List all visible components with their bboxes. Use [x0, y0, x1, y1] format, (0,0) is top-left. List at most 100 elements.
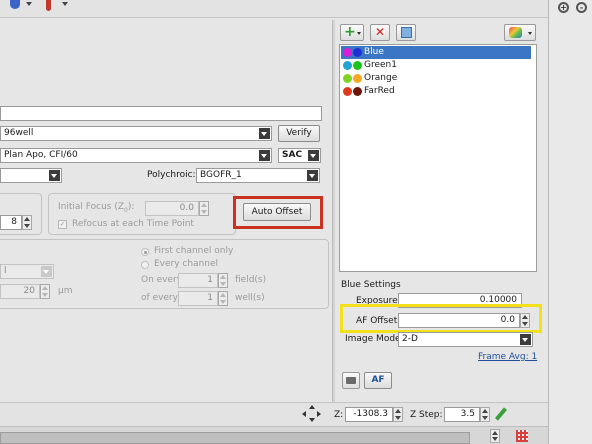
- add-channel-button[interactable]: +: [340, 24, 364, 41]
- frame-avg-link[interactable]: Frame Avg: 1: [478, 352, 537, 362]
- arrow-down-icon: [309, 418, 315, 422]
- image-mode-dropdown[interactable]: 2-D: [398, 332, 533, 347]
- wells-label: well(s): [235, 293, 265, 303]
- z-field[interactable]: -1308.3: [345, 407, 393, 422]
- channel-label: Blue: [364, 47, 384, 57]
- of-every-label: of every: [141, 293, 178, 303]
- channel-color-dot: [343, 61, 352, 70]
- of-every-stepper[interactable]: [218, 291, 228, 306]
- channel-item[interactable]: FarRed: [341, 85, 531, 98]
- zoom-in-icon[interactable]: +: [558, 2, 569, 13]
- first-channel-radio[interactable]: [141, 248, 149, 256]
- correction-value: SAC: [282, 150, 303, 160]
- initial-focus-field[interactable]: 0.0: [145, 201, 199, 216]
- image-mode-value: 2-D: [402, 334, 418, 344]
- on-every-stepper[interactable]: [218, 273, 228, 288]
- left-mode-dropdown[interactable]: [0, 168, 62, 183]
- chevron-down-icon: [357, 32, 361, 35]
- z-step-stepper[interactable]: [480, 407, 490, 422]
- delete-channel-button[interactable]: ✕: [370, 24, 390, 41]
- edit-channel-button[interactable]: [396, 24, 416, 41]
- z-step-label: Z Step:: [410, 410, 443, 420]
- channel-item[interactable]: Orange: [341, 72, 531, 85]
- chevron-down-icon: [307, 170, 318, 181]
- dye-icon[interactable]: [10, 0, 20, 9]
- top-toolbar: [0, 0, 548, 18]
- polychroic-value: BGOFR_1: [200, 170, 242, 180]
- mode-dropdown[interactable]: l: [0, 264, 54, 279]
- initial-focus-label: Initial Focus (Z0):: [58, 202, 134, 214]
- channel-color-dot: [353, 48, 362, 57]
- thermometer-dropdown-icon[interactable]: [62, 2, 68, 6]
- objective-dropdown[interactable]: Plan Apo, CFI/60: [0, 148, 272, 163]
- image-mode-label: Image Mode:: [345, 334, 404, 344]
- z-step-field[interactable]: 3.5: [444, 407, 480, 422]
- plus-icon: +: [344, 24, 356, 40]
- name-field[interactable]: [0, 106, 322, 121]
- delete-icon: ✕: [375, 25, 386, 39]
- refocus-label: Refocus at each Time Point: [72, 219, 194, 229]
- grid-icon[interactable]: [516, 430, 528, 442]
- camera-icon: [346, 377, 356, 384]
- right-side-panel: [548, 0, 592, 444]
- channel-color-dot: [353, 61, 362, 70]
- zoom-out-icon[interactable]: -: [576, 2, 587, 13]
- distance-field[interactable]: 20: [0, 284, 40, 299]
- z-label: Z:: [334, 410, 344, 420]
- channel-color-dot: [343, 87, 352, 96]
- arrow-up-icon: [309, 405, 315, 409]
- verify-button[interactable]: Verify: [278, 125, 320, 142]
- initial-focus-suffix: ):: [127, 202, 135, 212]
- count-field[interactable]: 8: [0, 215, 22, 230]
- channel-label: FarRed: [364, 86, 395, 96]
- arrow-right-icon: [317, 411, 321, 417]
- palette-icon: [509, 27, 522, 38]
- first-channel-label: First channel only: [154, 246, 234, 256]
- polychroic-dropdown[interactable]: BGOFR_1: [196, 168, 320, 183]
- chevron-down-icon: [259, 150, 270, 161]
- count-stepper[interactable]: [22, 215, 32, 230]
- correction-dropdown[interactable]: SAC: [278, 148, 321, 163]
- chevron-down-icon: [308, 150, 319, 161]
- channel-item[interactable]: Blue: [341, 46, 531, 59]
- channel-color-dot: [343, 74, 352, 83]
- distance-unit: µm: [58, 286, 73, 296]
- polychroic-label: Polychroic:: [147, 170, 196, 180]
- channel-color-dot: [353, 74, 362, 83]
- af-button[interactable]: AF: [364, 372, 392, 389]
- channel-color-dot: [343, 48, 352, 57]
- arrow-left-icon: [302, 411, 306, 417]
- distance-stepper[interactable]: [40, 284, 50, 299]
- channel-settings-button[interactable]: [504, 24, 536, 41]
- chevron-down-icon: [259, 128, 270, 139]
- xy-move-icon[interactable]: [302, 405, 322, 423]
- refocus-checkbox[interactable]: ✓: [58, 220, 67, 229]
- panel-splitter[interactable]: [332, 20, 335, 410]
- edit-icon: [401, 27, 412, 38]
- fields-label: field(s): [235, 275, 267, 285]
- channel-item[interactable]: Green1: [341, 59, 531, 72]
- image-viewport[interactable]: [0, 432, 470, 444]
- af-offset-highlight: [340, 304, 542, 333]
- chevron-down-icon: [528, 32, 532, 35]
- plate-value: 96well: [4, 128, 34, 138]
- on-every-field[interactable]: 1: [178, 273, 218, 288]
- every-channel-label: Every channel: [154, 259, 219, 269]
- mode-value: l: [4, 266, 7, 276]
- snap-button[interactable]: [342, 372, 360, 389]
- chevron-down-icon: [520, 334, 531, 345]
- every-channel-radio[interactable]: [141, 261, 149, 269]
- objective-value: Plan Apo, CFI/60: [4, 150, 78, 160]
- settings-title: Blue Settings: [341, 280, 401, 290]
- chevron-down-icon: [49, 170, 60, 181]
- channel-label: Green1: [364, 60, 397, 70]
- z-stepper[interactable]: [393, 407, 403, 422]
- plate-dropdown[interactable]: 96well: [0, 126, 272, 141]
- initial-focus-stepper[interactable]: [199, 201, 209, 216]
- of-every-field[interactable]: 1: [178, 291, 218, 306]
- dye-dropdown-icon[interactable]: [26, 2, 32, 6]
- channel-color-dot: [353, 87, 362, 96]
- on-every-label: On every: [141, 275, 183, 285]
- thermometer-icon[interactable]: [46, 0, 51, 11]
- bottom-stepper[interactable]: [490, 429, 500, 443]
